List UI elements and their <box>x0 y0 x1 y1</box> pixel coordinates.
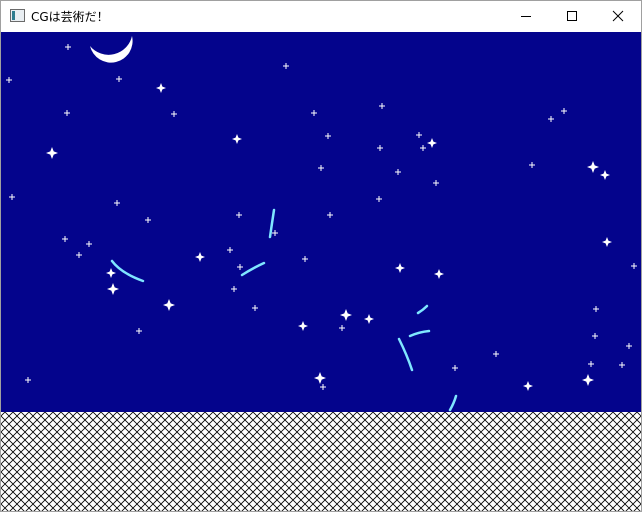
minimize-icon <box>521 16 531 17</box>
title-bar[interactable]: CGは芸術だ！ <box>1 1 641 31</box>
sky <box>1 32 641 412</box>
window-title: CGは芸術だ！ <box>31 10 109 24</box>
close-button[interactable] <box>595 1 641 31</box>
night-sky-drawing <box>1 32 641 511</box>
minimize-button[interactable] <box>503 1 549 31</box>
maximize-button[interactable] <box>549 1 595 31</box>
app-window: CGは芸術だ！ <box>0 0 642 512</box>
maximize-icon <box>567 11 577 21</box>
ground <box>1 412 641 511</box>
app-window-icon <box>10 9 25 22</box>
night-scene-canvas <box>1 32 641 511</box>
close-icon <box>612 10 624 22</box>
